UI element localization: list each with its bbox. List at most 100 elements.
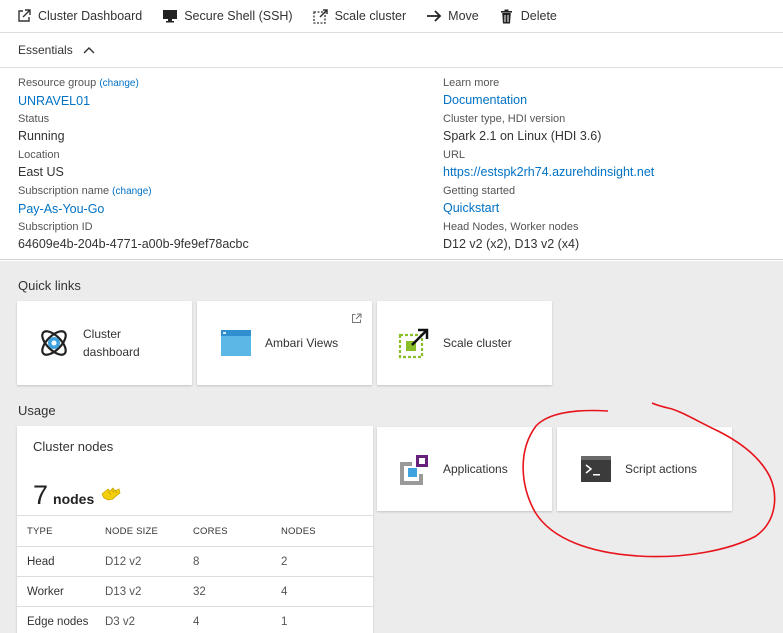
scale-cluster-button[interactable]: Scale cluster	[312, 8, 407, 24]
learn-more-label: Learn more	[443, 77, 500, 89]
terminal-icon	[579, 452, 613, 486]
subscription-id-value: 64609e4b-204b-4771-a00b-9fe9ef78acbc	[18, 237, 249, 251]
cluster-dashboard-button[interactable]: Cluster Dashboard	[16, 8, 142, 24]
ambari-views-tile-label: Ambari Views	[265, 336, 339, 350]
table-row: Edge nodes D3 v2 4 1	[17, 606, 373, 633]
url-field: URL https://estspk2rh74.azurehdinsight.n…	[443, 148, 773, 184]
ambari-views-tile[interactable]: Ambari Views	[197, 301, 372, 385]
script-actions-tile-label: Script actions	[625, 462, 698, 476]
location-field: Location East US	[18, 148, 418, 184]
cell-nodes: 1	[281, 606, 373, 633]
applications-tile[interactable]: Applications	[377, 427, 552, 511]
cluster-type-field: Cluster type, HDI version Spark 2.1 on L…	[443, 112, 773, 148]
chevron-up-icon	[83, 46, 95, 54]
scale-icon	[397, 326, 431, 360]
essentials-panel: Resource group (change) UNRAVEL01 Status…	[0, 68, 783, 260]
trash-icon	[499, 8, 515, 24]
arrow-right-icon	[426, 8, 442, 24]
cell-type: Worker	[17, 576, 105, 607]
scale-cluster-tile[interactable]: Scale cluster	[377, 301, 552, 385]
applications-tile-label: Applications	[443, 462, 508, 476]
cluster-dashboard-tile-label-1: Cluster	[83, 327, 122, 341]
node-sizes-value: D12 v2 (x2), D13 v2 (x4)	[443, 237, 580, 251]
cell-nodes: 4	[281, 576, 373, 607]
applications-icon	[397, 452, 431, 486]
cluster-url-link[interactable]: https://estspk2rh74.azurehdinsight.net	[443, 162, 773, 182]
delete-button[interactable]: Delete	[499, 8, 557, 24]
subscription-id-field: Subscription ID 64609e4b-204b-4771-a00b-…	[18, 220, 418, 256]
dashboard-area: Quick links Cluster dashboard Ambari Vie…	[0, 261, 783, 633]
secure-shell-label: Secure Shell (SSH)	[184, 9, 293, 23]
getting-started-label: Getting started	[443, 185, 516, 197]
column-header-cores: CORES	[193, 515, 281, 547]
usage-title: Usage	[18, 403, 56, 418]
essentials-right-column: Learn more Documentation Cluster type, H…	[443, 76, 773, 256]
scale-cluster-tile-label: Scale cluster	[443, 336, 512, 350]
cell-cores: 8	[193, 546, 281, 577]
external-link-icon	[16, 8, 32, 24]
subscription-change-link[interactable]: (change)	[112, 186, 151, 197]
subscription-id-label: Subscription ID	[18, 221, 93, 233]
resource-group-field: Resource group (change) UNRAVEL01	[18, 76, 418, 112]
cell-cores: 4	[193, 606, 281, 633]
subscription-name-field: Subscription name (change) Pay-As-You-Go	[18, 184, 418, 220]
cell-nodes: 2	[281, 546, 373, 577]
cluster-nodes-table: TYPE NODE SIZE CORES NODES Head D12 v2 8…	[17, 515, 373, 633]
scale-cluster-label: Scale cluster	[334, 9, 407, 23]
node-count: 7	[33, 480, 49, 510]
cell-cores: 32	[193, 576, 281, 607]
cell-type: Edge nodes	[17, 606, 105, 633]
cluster-dashboard-icon	[37, 326, 71, 360]
cluster-nodes-title: Cluster nodes	[33, 439, 114, 454]
url-label: URL	[443, 149, 466, 161]
command-bar: Cluster Dashboard Secure Shell (SSH) Sca…	[0, 0, 783, 32]
node-count-unit: nodes	[53, 491, 95, 507]
status-field: Status Running	[18, 112, 418, 148]
external-link-icon	[351, 313, 362, 327]
location-label: Location	[18, 149, 60, 161]
quickstart-link[interactable]: Quickstart	[443, 198, 773, 218]
scale-icon	[312, 8, 329, 24]
node-sizes-label: Head Nodes, Worker nodes	[443, 221, 579, 233]
cell-node-size: D12 v2	[105, 546, 193, 577]
move-label: Move	[448, 9, 479, 23]
quick-links-title: Quick links	[18, 278, 81, 293]
cluster-dashboard-tile[interactable]: Cluster dashboard	[17, 301, 192, 385]
secure-shell-button[interactable]: Secure Shell (SSH)	[162, 8, 293, 24]
essentials-left-column: Resource group (change) UNRAVEL01 Status…	[18, 76, 418, 256]
monitor-icon	[162, 8, 178, 24]
subscription-name-value[interactable]: Pay-As-You-Go	[18, 199, 418, 219]
getting-started-field: Getting started Quickstart	[443, 184, 773, 220]
cluster-type-label: Cluster type, HDI version	[443, 113, 566, 125]
subscription-name-label: Subscription name	[18, 185, 110, 197]
status-label: Status	[18, 113, 50, 125]
column-header-nodes: NODES	[281, 515, 373, 547]
cluster-type-value: Spark 2.1 on Linux (HDI 3.6)	[443, 129, 602, 143]
cluster-dashboard-tile-label-2: dashboard	[83, 345, 140, 359]
delete-label: Delete	[520, 9, 557, 23]
cluster-dashboard-label: Cluster Dashboard	[38, 9, 143, 23]
move-button[interactable]: Move	[426, 8, 479, 24]
cell-node-size: D3 v2	[105, 606, 193, 633]
pointing-hand-icon	[100, 486, 122, 505]
cell-type: Head	[17, 546, 105, 577]
resource-group-change-link[interactable]: (change)	[99, 78, 138, 89]
status-value: Running	[18, 129, 65, 143]
ambari-views-icon	[219, 326, 253, 360]
column-header-type: TYPE	[17, 515, 105, 547]
documentation-link[interactable]: Documentation	[443, 90, 773, 110]
table-row: Worker D13 v2 32 4	[17, 576, 373, 607]
essentials-toggle[interactable]: Essentials	[0, 32, 783, 68]
location-value: East US	[18, 165, 64, 179]
script-actions-tile[interactable]: Script actions	[557, 427, 732, 511]
table-row: Head D12 v2 8 2	[17, 546, 373, 577]
cluster-nodes-card[interactable]: Cluster nodes 7 nodes TYPE NODE SIZE COR…	[17, 426, 373, 633]
learn-more-field: Learn more Documentation	[443, 76, 773, 112]
node-sizes-field: Head Nodes, Worker nodes D12 v2 (x2), D1…	[443, 220, 773, 256]
essentials-title: Essentials	[18, 43, 73, 57]
resource-group-value[interactable]: UNRAVEL01	[18, 91, 418, 111]
table-header-row: TYPE NODE SIZE CORES NODES	[17, 515, 373, 547]
column-header-node-size: NODE SIZE	[105, 515, 193, 547]
cell-node-size: D13 v2	[105, 576, 193, 607]
resource-group-label: Resource group	[18, 77, 97, 89]
